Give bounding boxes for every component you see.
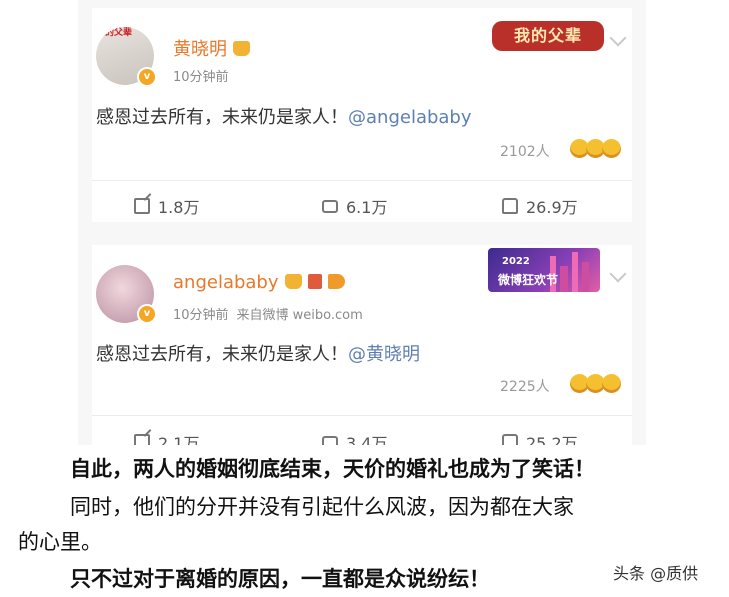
article-line-4: 只不过对于离婚的原因，一直都是众说纷纭！ (70, 566, 490, 591)
reaction-emojis (570, 139, 621, 161)
thumbs-up-icon (502, 198, 518, 214)
like-count: 25.2万 (526, 434, 578, 445)
mention-link[interactable]: @黄晓明 (348, 344, 420, 365)
cropped-action-row: 2.1万 3.4万 25.2万 (92, 424, 632, 445)
verified-badge-icon: v (137, 304, 157, 324)
post-text: 感恩过去所有，未来仍是家人！@黄晓明 (96, 340, 420, 366)
laugh-emoji-icon (602, 139, 621, 158)
username-huangxiaoming[interactable]: 黄晓明 (173, 35, 250, 61)
share-button[interactable]: 2.1万 (134, 430, 199, 445)
username-text: 黄晓明 (173, 39, 227, 60)
comment-icon (322, 199, 338, 213)
crown-icon (233, 41, 250, 56)
banner-year: 2022 (502, 256, 530, 267)
share-button[interactable]: 1.8万 (134, 194, 199, 218)
tower-shape (560, 266, 568, 292)
crown-icon (284, 274, 302, 289)
username-angelababy[interactable]: angelababy (173, 272, 345, 293)
divider (92, 415, 632, 416)
article-line-3: 的心里。 (18, 530, 102, 554)
share-count: 1.8万 (158, 198, 200, 217)
post-text-main: 感恩过去所有，未来仍是家人！ (96, 344, 348, 365)
like-count: 26.9万 (526, 198, 578, 217)
share-count: 2.1万 (158, 434, 200, 445)
source-text[interactable]: 来自微博 weibo.com (237, 308, 363, 323)
username-text: angelababy (173, 272, 279, 293)
reaction-emojis (570, 374, 621, 396)
reaction-count: 2225人 (500, 379, 550, 395)
source-watermark: 头条 @质供 (613, 564, 699, 583)
comment-count: 6.1万 (346, 198, 388, 217)
mention-link[interactable]: @angelababy (348, 107, 472, 128)
verified-badge-icon: v (137, 67, 157, 87)
time-text: 10分钟前 (173, 70, 229, 85)
membership-badge-icon (307, 274, 322, 289)
festival-banner[interactable]: 2022 微博狂欢节 (488, 248, 600, 292)
comment-button[interactable]: 3.4万 (322, 430, 387, 445)
article-line-2: 同时，他们的分开并没有引起什么风波，因为都在大家 (70, 495, 574, 519)
post-text-main: 感恩过去所有，未来仍是家人！ (96, 107, 348, 128)
divider (92, 180, 632, 181)
time-text: 10分钟前 (173, 308, 229, 323)
movie-banner[interactable]: 我的父辈 (492, 21, 604, 51)
comment-button[interactable]: 6.1万 (322, 194, 387, 218)
article-line-1: 自此，两人的婚姻彻底结束，天价的婚礼也成为了笑话！ (70, 456, 595, 481)
share-icon (134, 434, 150, 445)
megaphone-icon (327, 274, 345, 289)
post-time: 10分钟前 (173, 66, 229, 85)
like-button[interactable]: 26.9万 (502, 194, 578, 218)
tower-shape (572, 252, 578, 292)
post-meta: 10分钟前 来自微博 weibo.com (173, 304, 363, 323)
thumbs-up-icon (502, 434, 518, 445)
post-text: 感恩过去所有，未来仍是家人！@angelababy (96, 103, 472, 129)
banner-text: 微博狂欢节 (498, 273, 559, 287)
comment-count: 3.4万 (346, 434, 388, 445)
avatar-caption: 我的父辈 (96, 28, 133, 38)
like-button[interactable]: 25.2万 (502, 430, 578, 445)
share-icon (134, 198, 150, 214)
laugh-emoji-icon (602, 374, 621, 393)
comment-icon (322, 435, 338, 445)
tower-shape (582, 262, 589, 292)
reaction-count: 2102人 (500, 144, 550, 160)
